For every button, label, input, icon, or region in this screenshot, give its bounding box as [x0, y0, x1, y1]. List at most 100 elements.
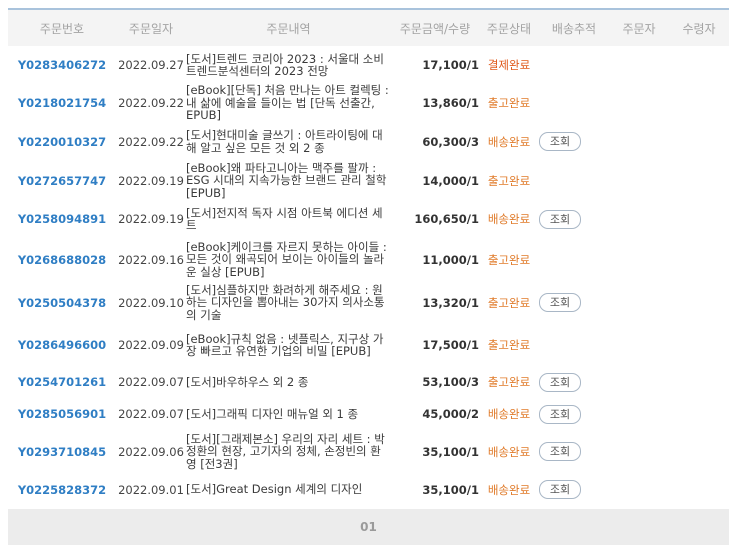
col-header-order-date: 주문일자 — [116, 10, 186, 46]
order-number-link[interactable]: Y0225828372 — [8, 473, 116, 506]
order-description: [eBook][단독] 처음 만나는 아트 컬렉팅 : 내 삶에 예술을 들이는… — [186, 83, 389, 123]
tracking-cell — [539, 84, 609, 122]
order-date: 2022.09.19 — [118, 173, 184, 188]
order-amount: 35,100/1 — [422, 482, 479, 497]
order-description: [도서]Great Design 세계의 디자인 — [186, 482, 363, 497]
recipient-cell — [669, 430, 729, 473]
pagination: 01 — [8, 509, 729, 545]
order-date: 2022.09.07 — [118, 375, 184, 389]
col-header-tracking: 배송추적 — [539, 10, 609, 46]
track-button[interactable]: 조회 — [539, 372, 581, 392]
orderer-cell — [609, 430, 669, 473]
order-status: 배송완료 — [487, 212, 531, 226]
order-number-link[interactable]: Y0250504378 — [8, 281, 116, 324]
tracking-cell — [539, 238, 609, 281]
table-row: Y0293710845 2022.09.06 [도서][그래제본소] 우리의 자리 … — [8, 430, 729, 473]
recipient-cell — [669, 473, 729, 506]
track-button[interactable]: 조회 — [539, 293, 581, 312]
orderer-cell — [609, 46, 669, 84]
orderer-cell — [609, 473, 669, 506]
order-status: 출고완료 — [487, 252, 531, 267]
order-status: 출고완료 — [487, 295, 531, 310]
table-row: Y0225828372 2022.09.01 [도서]Great Design 세계… — [8, 473, 729, 506]
order-amount: 17,100/1 — [422, 58, 479, 72]
col-header-amount-qty: 주문금액/수량 — [391, 10, 479, 46]
order-date: 2022.09.09 — [118, 338, 184, 352]
order-status: 출고완료 — [487, 375, 531, 389]
order-description: [도서][그래제본소] 우리의 자리 세트 : 박정환의 현장, 고기자의 정체… — [186, 431, 385, 471]
order-history-table: 주문번호 주문일자 주문내역 주문금액/수량 주문상태 배송추적 주문자 수령자… — [8, 10, 729, 506]
tracking-cell: 조회 — [539, 473, 609, 506]
order-number-link[interactable]: Y0286496600 — [8, 324, 116, 366]
order-number-link[interactable]: Y0254701261 — [8, 366, 116, 398]
order-amount: 14,000/1 — [422, 173, 479, 188]
order-description: [도서]심플하지만 화려하게 해주세요 : 원하는 디자인을 뽑아내는 30가지… — [186, 282, 385, 322]
orderer-cell — [609, 161, 669, 200]
order-status: 결제완료 — [487, 58, 531, 72]
track-button[interactable]: 조회 — [539, 404, 581, 424]
order-description: [eBook]케이크를 자르지 못하는 아이들 : 모든 것이 왜곡되어 보이는… — [186, 239, 387, 279]
order-date: 2022.09.10 — [118, 295, 184, 310]
tracking-cell: 조회 — [539, 122, 609, 161]
order-amount: 60,300/3 — [422, 134, 479, 149]
order-number-link[interactable]: Y0272657747 — [8, 161, 116, 200]
orderer-cell — [609, 366, 669, 398]
track-button[interactable]: 조회 — [539, 132, 581, 151]
table-row: Y0250504378 2022.09.10 [도서]심플하지만 화려하게 해주세요… — [8, 281, 729, 324]
col-header-order-detail: 주문내역 — [186, 10, 391, 46]
track-button[interactable]: 조회 — [539, 209, 581, 229]
recipient-cell — [669, 398, 729, 430]
order-date: 2022.09.19 — [118, 212, 184, 226]
col-header-recipient: 수령자 — [669, 10, 729, 46]
order-number-link[interactable]: Y0283406272 — [8, 46, 116, 84]
recipient-cell — [669, 281, 729, 324]
order-description: [eBook]규칙 없음 : 넷플릭스, 지구상 가장 빠르고 유연한 기업의 … — [186, 331, 384, 358]
order-amount: 53,100/3 — [422, 375, 479, 389]
orderer-cell — [609, 200, 669, 238]
recipient-cell — [669, 84, 729, 122]
col-header-order-status: 주문상태 — [479, 10, 539, 46]
table-row: Y0254701261 2022.09.07 [도서]바우하우스 외 2 종 53,1… — [8, 366, 729, 398]
order-description: [eBook]왜 파타고니아는 맥주를 팔까 : ESG 시대의 지속가능한 브… — [186, 160, 387, 200]
table-row: Y0220010327 2022.09.22 [도서]현대미술 글쓰기 : 아트라이… — [8, 122, 729, 161]
order-amount: 13,860/1 — [422, 96, 479, 110]
tracking-cell: 조회 — [539, 398, 609, 430]
order-description: [도서]전지적 독자 시점 아트북 에디션 세트 — [186, 205, 383, 232]
recipient-cell — [669, 238, 729, 281]
order-amount: 17,500/1 — [422, 338, 479, 352]
order-number-link[interactable]: Y0285056901 — [8, 398, 116, 430]
tracking-cell — [539, 324, 609, 366]
orderer-cell — [609, 324, 669, 366]
order-number-link[interactable]: Y0293710845 — [8, 430, 116, 473]
order-status: 출고완료 — [487, 173, 531, 188]
order-date: 2022.09.27 — [118, 58, 184, 72]
orderer-cell — [609, 398, 669, 430]
table-row: Y0272657747 2022.09.19 [eBook]왜 파타고니아는 맥주를… — [8, 161, 729, 200]
col-header-orderer: 주문자 — [609, 10, 669, 46]
col-header-order-no: 주문번호 — [8, 10, 116, 46]
order-number-link[interactable]: Y0258094891 — [8, 200, 116, 238]
order-description: [도서]바우하우스 외 2 종 — [186, 374, 309, 389]
order-description: [도서]그래픽 디자인 매뉴얼 외 1 종 — [186, 406, 359, 421]
track-button[interactable]: 조회 — [539, 442, 581, 461]
order-status: 배송완료 — [487, 482, 531, 497]
order-description: [도서]현대미술 글쓰기 : 아트라이팅에 대해 알고 싶은 모든 것 외 2 … — [186, 128, 383, 155]
tracking-cell: 조회 — [539, 281, 609, 324]
order-date: 2022.09.07 — [118, 407, 184, 421]
table-row: Y0285056901 2022.09.07 [도서]그래픽 디자인 매뉴얼 외 1… — [8, 398, 729, 430]
order-number-link[interactable]: Y0220010327 — [8, 122, 116, 161]
order-number-link[interactable]: Y0268688028 — [8, 238, 116, 281]
page-number-current[interactable]: 01 — [360, 520, 377, 534]
track-button[interactable]: 조회 — [539, 480, 581, 499]
order-date: 2022.09.06 — [118, 444, 184, 459]
orderer-cell — [609, 122, 669, 161]
order-status: 배송완료 — [487, 444, 531, 459]
order-status: 배송완료 — [487, 134, 531, 149]
table-row: Y0283406272 2022.09.27 [도서]트렌드 코리아 2023 : … — [8, 46, 729, 84]
recipient-cell — [669, 324, 729, 366]
order-status: 배송완료 — [487, 407, 531, 421]
recipient-cell — [669, 122, 729, 161]
table-header-row: 주문번호 주문일자 주문내역 주문금액/수량 주문상태 배송추적 주문자 수령자 — [8, 10, 729, 46]
order-number-link[interactable]: Y0218021754 — [8, 84, 116, 122]
table-row: Y0268688028 2022.09.16 [eBook]케이크를 자르지 못하는… — [8, 238, 729, 281]
